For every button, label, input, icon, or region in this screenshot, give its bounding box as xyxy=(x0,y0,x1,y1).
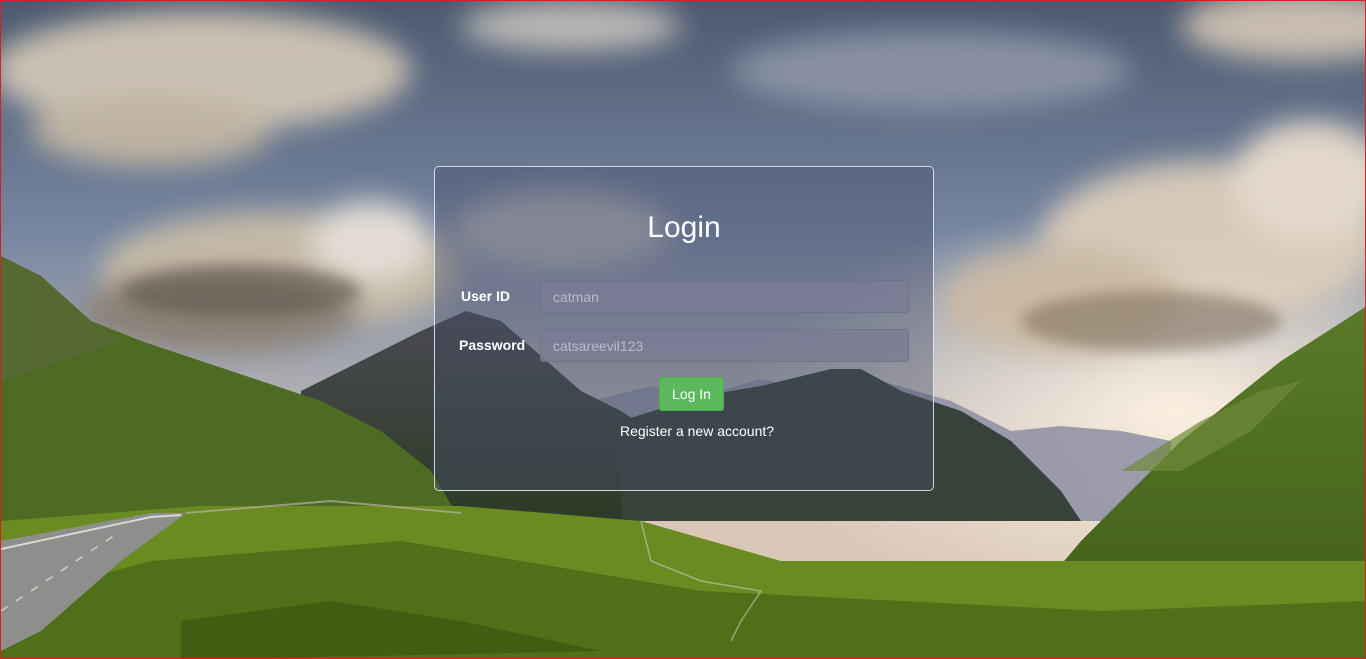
login-title: Login xyxy=(647,211,721,244)
user-id-input[interactable] xyxy=(540,280,909,313)
password-input[interactable] xyxy=(540,329,909,362)
password-label: Password xyxy=(459,337,526,353)
user-id-label: User ID xyxy=(461,288,511,304)
register-link[interactable]: Register a new account? xyxy=(435,423,959,439)
log-in-button[interactable]: Log In xyxy=(659,377,724,411)
login-panel: Login User ID Password Log In Register a… xyxy=(434,166,934,491)
page: Login User ID Password Log In Register a… xyxy=(0,0,1366,659)
